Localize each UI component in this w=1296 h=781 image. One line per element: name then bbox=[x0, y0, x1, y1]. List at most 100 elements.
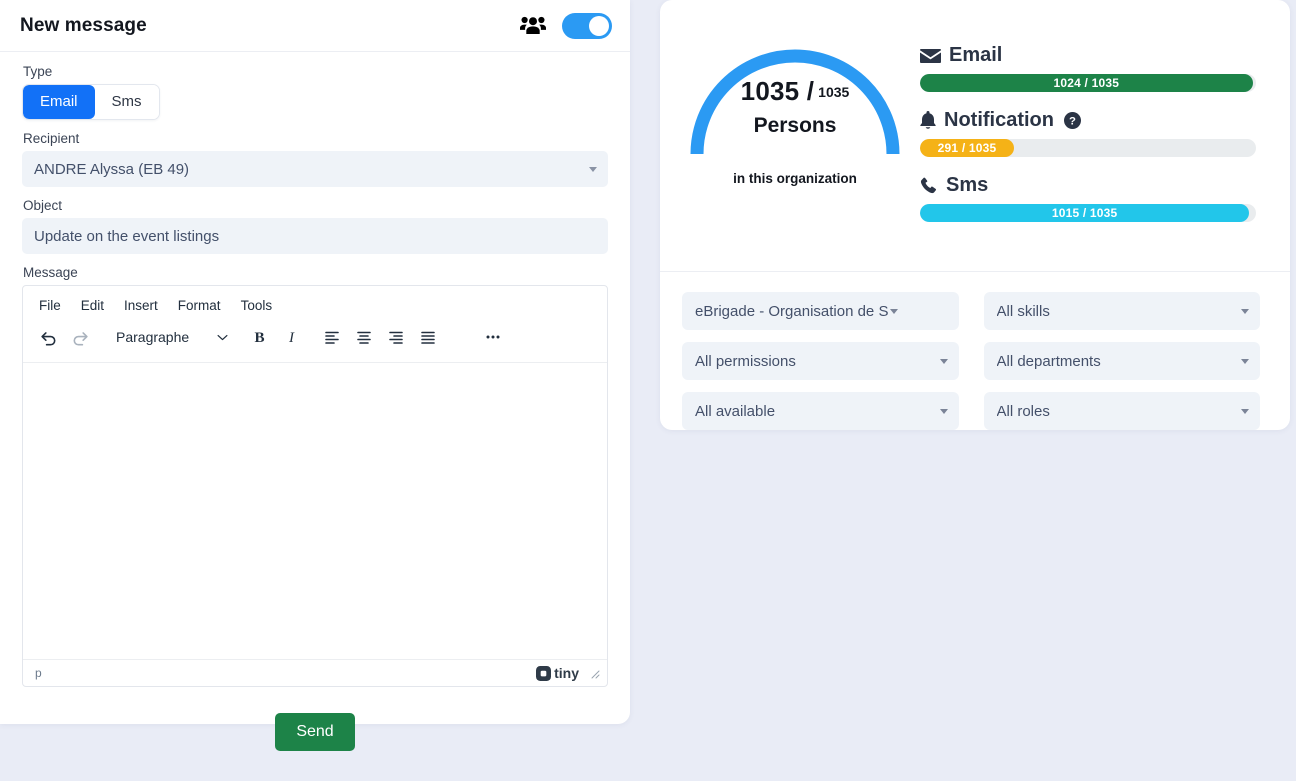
menu-format[interactable]: Format bbox=[171, 295, 228, 316]
recipient-label: Recipient bbox=[23, 131, 80, 146]
menu-insert[interactable]: Insert bbox=[117, 295, 165, 316]
object-input[interactable]: Update on the event listings bbox=[22, 218, 608, 254]
envelope-icon bbox=[920, 48, 941, 64]
filter-available-value: All available bbox=[695, 402, 776, 420]
toggle-knob bbox=[589, 15, 609, 36]
align-center-icon[interactable] bbox=[349, 322, 379, 352]
filter-permissions-value: All permissions bbox=[695, 352, 796, 370]
message-label: Message bbox=[23, 265, 78, 280]
channel-email-fill: 1024 / 1035 bbox=[920, 74, 1253, 92]
filter-departments[interactable]: All departments bbox=[983, 342, 1260, 380]
filter-organisation[interactable]: eBrigade - Organisation de S bbox=[682, 292, 959, 330]
channel-stats: Email 1024 / 1035 Notification ? 291 / 1… bbox=[920, 18, 1256, 239]
type-toggle-group: Email Sms bbox=[22, 84, 160, 120]
align-left-icon[interactable] bbox=[317, 322, 347, 352]
element-path: p bbox=[35, 666, 42, 680]
editor-menubar: File Edit Insert Format Tools bbox=[23, 286, 607, 318]
channel-notification-fill: 291 / 1035 bbox=[920, 139, 1015, 157]
filter-roles[interactable]: All roles bbox=[983, 392, 1260, 430]
channel-sms-bar: 1015 / 1035 bbox=[920, 204, 1256, 222]
svg-text:I: I bbox=[288, 330, 295, 346]
send-button[interactable]: Send bbox=[275, 713, 355, 751]
channel-notification-value: 291 / 1035 bbox=[937, 141, 997, 155]
channel-notification-label: Notification ? bbox=[920, 109, 1256, 132]
menu-tools[interactable]: Tools bbox=[234, 295, 280, 316]
chevron-down-icon bbox=[589, 167, 597, 172]
help-icon[interactable]: ? bbox=[1064, 112, 1081, 129]
filters-section: eBrigade - Organisation de S All skills … bbox=[660, 272, 1290, 430]
page-title: New message bbox=[20, 14, 147, 36]
audience-panel: 1035 /1035 Persons in this organization … bbox=[660, 0, 1290, 430]
channel-notification: Notification ? 291 / 1035 bbox=[920, 109, 1256, 157]
format-block-value: Paragraphe bbox=[116, 329, 190, 345]
channel-sms: Sms 1015 / 1035 bbox=[920, 174, 1256, 222]
gauge-value: 1035 / bbox=[740, 76, 815, 106]
editor-toolbar: Paragraphe B I bbox=[23, 318, 607, 363]
tinymce-brand-link[interactable]: tiny bbox=[536, 665, 579, 681]
filter-skills-value: All skills bbox=[996, 302, 1050, 320]
more-options-icon[interactable] bbox=[478, 322, 508, 352]
persons-gauge: 1035 /1035 Persons in this organization bbox=[670, 18, 920, 186]
channel-sms-label: Sms bbox=[920, 174, 1256, 197]
channel-email-label: Email bbox=[920, 44, 1256, 67]
filter-departments-value: All departments bbox=[996, 352, 1101, 370]
compose-form: Type Email Sms Recipient ANDRE Alyssa (E… bbox=[0, 52, 630, 751]
type-option-sms[interactable]: Sms bbox=[94, 85, 159, 119]
message-body-input[interactable] bbox=[23, 363, 607, 659]
phone-icon bbox=[920, 177, 938, 195]
chevron-down-icon bbox=[1241, 358, 1249, 364]
gauge-value-row: 1035 /1035 bbox=[683, 76, 907, 107]
chevron-down-icon bbox=[1241, 408, 1249, 414]
format-block-select[interactable]: Paragraphe bbox=[106, 322, 236, 352]
type-option-email[interactable]: Email bbox=[23, 85, 95, 119]
channel-notification-name: Notification bbox=[944, 109, 1054, 131]
italic-icon[interactable]: I bbox=[276, 322, 306, 352]
tinymce-brand-label: tiny bbox=[554, 665, 579, 681]
svg-text:B: B bbox=[254, 330, 264, 346]
channel-sms-fill: 1015 / 1035 bbox=[920, 204, 1250, 222]
filter-available[interactable]: All available bbox=[682, 392, 959, 430]
channel-notification-bar: 291 / 1035 bbox=[920, 139, 1256, 157]
send-row: Send bbox=[22, 687, 608, 751]
chevron-down-icon bbox=[217, 334, 228, 340]
filter-skills[interactable]: All skills bbox=[983, 292, 1260, 330]
broadcast-toggle[interactable] bbox=[562, 12, 612, 39]
page-root: New message Type Email Sms Recipient AND… bbox=[0, 0, 1296, 781]
gauge-caption: in this organization bbox=[733, 171, 857, 186]
channel-email-value: 1024 / 1035 bbox=[1053, 76, 1120, 90]
channel-sms-name: Sms bbox=[946, 174, 989, 196]
chevron-down-icon bbox=[939, 408, 948, 414]
filter-organisation-value: eBrigade - Organisation de S bbox=[695, 302, 889, 320]
chevron-down-icon bbox=[890, 308, 899, 314]
filter-roles-value: All roles bbox=[996, 402, 1050, 420]
menu-file[interactable]: File bbox=[32, 295, 68, 316]
new-message-panel: New message Type Email Sms Recipient AND… bbox=[0, 0, 630, 751]
gauge-total: 1035 bbox=[818, 84, 850, 100]
align-right-icon[interactable] bbox=[381, 322, 411, 352]
resize-handle[interactable] bbox=[589, 668, 600, 679]
gauge-unit: Persons bbox=[753, 114, 837, 137]
chevron-down-icon bbox=[939, 358, 948, 364]
channel-email: Email 1024 / 1035 bbox=[920, 44, 1256, 92]
chevron-down-icon bbox=[1241, 308, 1249, 314]
channel-sms-value: 1015 / 1035 bbox=[1051, 206, 1118, 220]
align-justify-icon[interactable] bbox=[413, 322, 443, 352]
menu-edit[interactable]: Edit bbox=[74, 295, 111, 316]
filter-permissions[interactable]: All permissions bbox=[682, 342, 959, 380]
bell-icon bbox=[920, 111, 936, 130]
type-label: Type bbox=[23, 64, 53, 79]
people-icon[interactable] bbox=[520, 15, 546, 37]
channel-email-name: Email bbox=[949, 44, 1003, 66]
channel-email-bar: 1024 / 1035 bbox=[920, 74, 1256, 92]
redo-icon[interactable] bbox=[65, 322, 95, 352]
undo-icon[interactable] bbox=[33, 322, 63, 352]
editor-statusbar: p tiny bbox=[23, 659, 607, 686]
stats-section: 1035 /1035 Persons in this organization … bbox=[660, 0, 1290, 272]
panel-header: New message bbox=[0, 0, 630, 52]
recipient-select[interactable]: ANDRE Alyssa (EB 49) bbox=[22, 151, 608, 187]
bold-icon[interactable]: B bbox=[244, 322, 274, 352]
object-label: Object bbox=[23, 198, 63, 213]
gauge-readout: 1035 /1035 Persons bbox=[683, 76, 907, 138]
tinymce-logo-icon bbox=[536, 665, 552, 681]
object-value: Update on the event listings bbox=[34, 227, 220, 245]
